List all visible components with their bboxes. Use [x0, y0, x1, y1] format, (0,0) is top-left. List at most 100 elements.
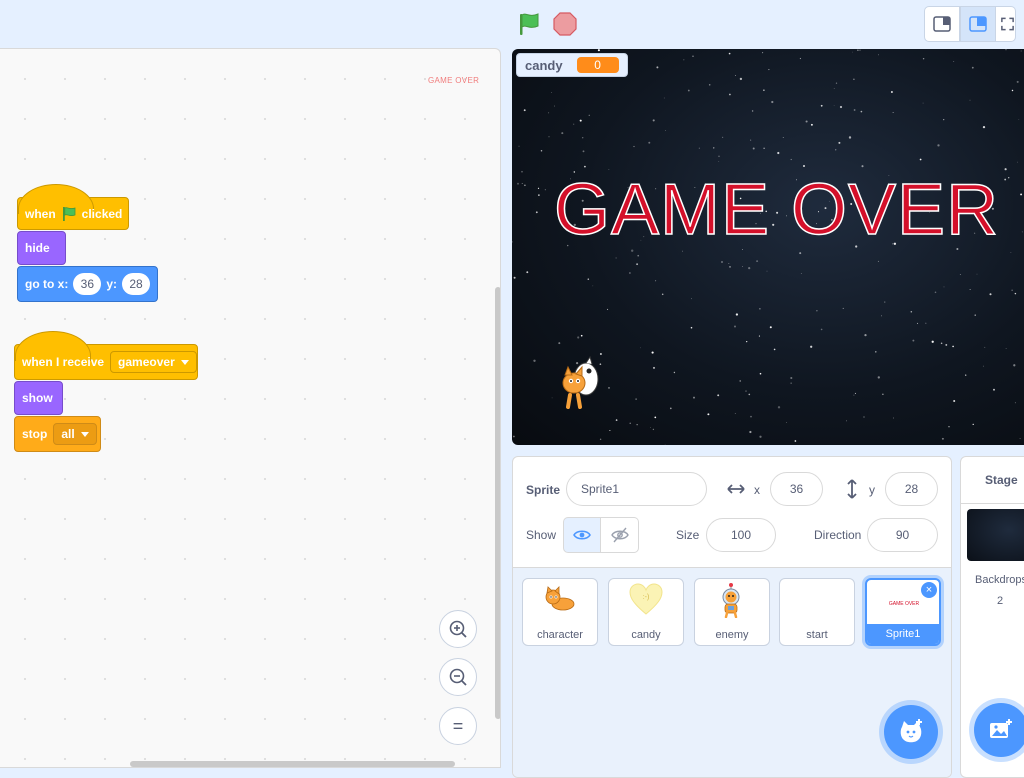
- star: [512, 241, 513, 243]
- star: [877, 260, 879, 262]
- star: [953, 60, 955, 62]
- hide-block[interactable]: hide: [17, 231, 66, 265]
- delete-sprite-button[interactable]: ×: [921, 582, 937, 598]
- when-flag-clicked-block[interactable]: when clicked: [17, 184, 129, 230]
- star: [750, 139, 752, 141]
- stop-block[interactable]: stop all: [14, 416, 101, 452]
- star: [690, 326, 693, 329]
- fullscreen-button[interactable]: [996, 6, 1016, 42]
- star: [580, 334, 583, 337]
- stage[interactable]: candy 0 GAME OVER: [512, 49, 1024, 445]
- star: [782, 137, 784, 138]
- add-backdrop-button[interactable]: [974, 703, 1024, 757]
- star: [839, 105, 843, 109]
- star: [1020, 193, 1023, 196]
- x-input[interactable]: 36: [770, 472, 823, 506]
- star: [890, 91, 893, 93]
- star: [599, 438, 602, 440]
- sprite-tile-sprite1[interactable]: GAME OVER × Sprite1: [865, 578, 941, 646]
- star: [972, 423, 974, 426]
- vertical-scrollbar[interactable]: [495, 287, 500, 719]
- cat-sprite[interactable]: [556, 355, 606, 411]
- star: [853, 109, 856, 111]
- star: [518, 145, 520, 147]
- star: [1004, 178, 1007, 181]
- star: [1004, 168, 1007, 171]
- show-visible-button[interactable]: [563, 517, 601, 553]
- sprite-label: Sprite: [526, 483, 561, 497]
- stage-target-pane[interactable]: Stage Backdrops 2: [960, 456, 1024, 778]
- add-sprite-button[interactable]: [884, 705, 938, 759]
- sprite-tile-start[interactable]: start: [779, 578, 855, 646]
- zoom-out-button[interactable]: [439, 658, 477, 696]
- direction-input[interactable]: 90: [867, 518, 938, 552]
- stop-option-dropdown[interactable]: all: [53, 423, 97, 445]
- sprite-name-input[interactable]: Sprite1: [566, 472, 707, 506]
- sprite-tile-character[interactable]: character: [522, 578, 598, 646]
- dropdown-value: gameover: [118, 355, 175, 369]
- star: [524, 184, 526, 187]
- star: [863, 416, 865, 418]
- star: [654, 416, 657, 419]
- star: [608, 387, 610, 389]
- green-flag-button[interactable]: [514, 9, 544, 39]
- vertical-arrows-icon: [847, 479, 857, 499]
- star: [1017, 161, 1018, 163]
- star: [790, 376, 793, 380]
- zoom-out-icon: [449, 668, 467, 686]
- star: [533, 359, 536, 362]
- star: [1005, 49, 1007, 51]
- star: [875, 351, 877, 353]
- star: [768, 69, 770, 71]
- show-hidden-button[interactable]: [601, 517, 639, 553]
- star: [698, 147, 700, 149]
- large-stage-button[interactable]: [960, 6, 996, 42]
- star: [729, 93, 731, 96]
- sprite-tile-label: character: [537, 629, 583, 641]
- star: [513, 435, 515, 438]
- variable-monitor[interactable]: candy 0: [516, 53, 628, 77]
- star: [661, 293, 664, 296]
- zoom-in-button[interactable]: [439, 610, 477, 648]
- star: [650, 427, 652, 429]
- x-input[interactable]: 36: [73, 273, 102, 295]
- svg-text::-): :-): [643, 594, 650, 601]
- stop-button[interactable]: [550, 9, 580, 39]
- direction-value: 90: [895, 528, 910, 542]
- backdrop-thumbnail[interactable]: [967, 509, 1024, 561]
- when-i-receive-block[interactable]: when I receive gameover: [14, 331, 198, 380]
- heart-candy-icon: :-): [629, 583, 663, 615]
- small-stage-button[interactable]: [924, 6, 960, 42]
- y-input[interactable]: 28: [885, 472, 938, 506]
- size-input[interactable]: 100: [706, 518, 776, 552]
- star: [860, 110, 863, 113]
- star: [943, 286, 945, 288]
- star: [537, 187, 540, 189]
- star: [742, 266, 743, 267]
- block-label: when: [25, 206, 56, 221]
- horizontal-scrollbar[interactable]: [130, 761, 455, 767]
- go-to-xy-block[interactable]: go to x: 36 y: 28: [17, 266, 158, 302]
- star: [592, 285, 594, 287]
- star: [771, 100, 774, 104]
- message-dropdown[interactable]: gameover: [110, 351, 197, 373]
- star: [969, 289, 971, 291]
- y-input[interactable]: 28: [122, 273, 150, 295]
- star: [636, 263, 639, 266]
- star: [859, 49, 861, 51]
- zoom-reset-button[interactable]: =: [439, 707, 477, 745]
- star: [861, 165, 864, 168]
- star: [718, 161, 720, 162]
- show-block[interactable]: show: [14, 381, 63, 415]
- code-workspace[interactable]: GAME OVER when clicked hide go to x: 36 …: [0, 48, 501, 768]
- star: [739, 77, 743, 81]
- star: [637, 254, 640, 257]
- star: [746, 341, 748, 343]
- star: [513, 276, 516, 279]
- star: [833, 105, 835, 106]
- sprite-tile-candy[interactable]: :-) candy: [608, 578, 684, 646]
- star: [799, 57, 801, 60]
- star: [759, 435, 762, 438]
- sprite-tile-enemy[interactable]: enemy: [694, 578, 770, 646]
- sprite-list: character :-) candy enemy start GAME OVE…: [513, 567, 951, 777]
